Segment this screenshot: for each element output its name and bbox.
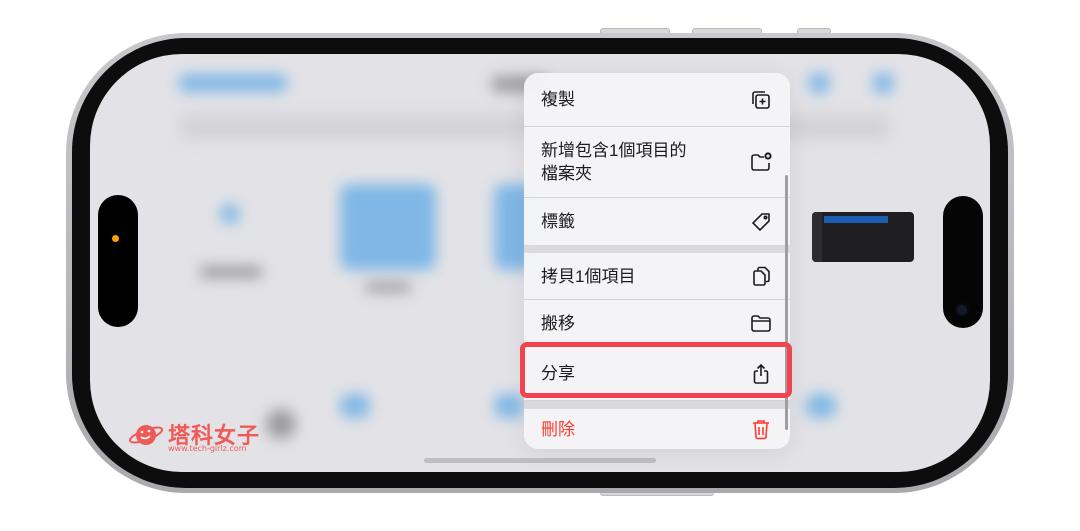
blurred-add-icon <box>220 204 240 224</box>
blurred-folder <box>340 184 436 270</box>
blurred-file <box>340 394 370 418</box>
duplicate-icon <box>752 90 770 109</box>
menu-item-new-folder-with-item[interactable]: 新增包含1個項目的 檔案夾 <box>524 127 790 198</box>
privacy-indicator-dot <box>112 235 119 242</box>
blurred-toolbar-icon <box>808 72 830 94</box>
home-indicator[interactable] <box>424 458 656 463</box>
menu-item-duplicate[interactable]: 複製 <box>524 73 790 127</box>
blurred-file <box>494 394 524 418</box>
blurred-toolbar-icon <box>872 72 894 94</box>
menu-item-move[interactable]: 搬移 <box>524 300 790 347</box>
menu-section-separator <box>524 245 790 253</box>
dynamic-island <box>98 195 138 327</box>
camera-icon <box>955 303 969 317</box>
blurred-back-button <box>178 74 288 92</box>
blurred-folder-label <box>365 282 411 292</box>
menu-section-separator <box>524 401 790 409</box>
drag-preview-thumbnail <box>812 212 914 262</box>
planet-logo-icon <box>128 425 164 445</box>
blurred-file <box>266 409 296 439</box>
blurred-file <box>806 394 836 418</box>
tag-icon <box>751 212 770 231</box>
new-folder-icon <box>751 152 772 171</box>
menu-item-tags[interactable]: 標籤 <box>524 198 790 245</box>
blurred-label <box>200 266 262 278</box>
menu-item-delete[interactable]: 刪除 <box>524 409 790 449</box>
trash-icon <box>753 420 769 440</box>
copy-icon <box>753 266 770 286</box>
menu-item-copy[interactable]: 拷貝1個項目 <box>524 253 790 300</box>
watermark-url: www.tech-girlz.com <box>168 444 247 453</box>
thumbnail-sidebar <box>812 212 822 262</box>
thumbnail-highlight-bar <box>824 216 888 223</box>
share-highlight-box <box>520 342 792 398</box>
folder-icon <box>751 315 771 332</box>
